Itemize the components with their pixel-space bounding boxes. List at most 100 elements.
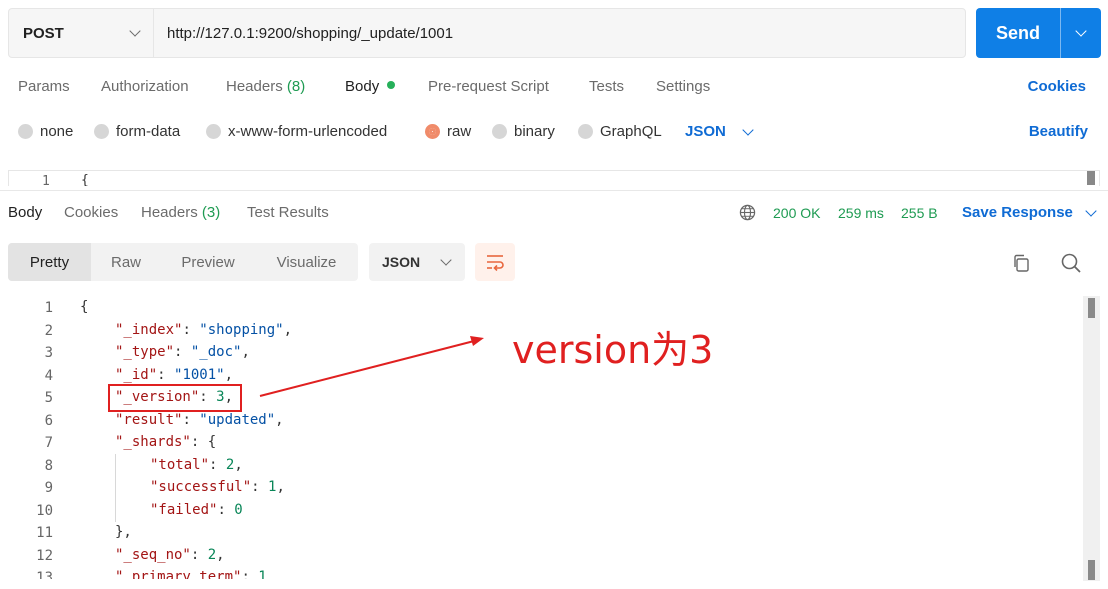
line-number: 7 xyxy=(44,435,53,451)
code-token: { xyxy=(80,299,89,315)
send-button-group: Send xyxy=(976,8,1101,58)
request-body-editor[interactable]: 1 { xyxy=(8,170,1100,186)
beautify-button[interactable]: Beautify xyxy=(1029,123,1088,140)
line-number: 12 xyxy=(36,547,53,564)
code-token: : xyxy=(190,546,208,563)
radio-raw-label: raw xyxy=(447,123,472,140)
code-line: 9 "successful": 1, xyxy=(0,476,1080,498)
scrollbar-thumb-top[interactable] xyxy=(1088,298,1095,318)
save-response-label: Save Response xyxy=(962,204,1073,221)
code-token: "_index" xyxy=(115,321,183,338)
chevron-down-icon xyxy=(1085,204,1097,217)
chevron-down-icon xyxy=(129,25,141,37)
annotation-highlight-box xyxy=(108,384,242,412)
code-token: "total" xyxy=(150,456,210,473)
tab-headers[interactable]: Headers (8) xyxy=(226,78,305,95)
response-scrollbar[interactable] xyxy=(1083,296,1100,581)
code-token: "failed" xyxy=(150,501,218,518)
code-token: : xyxy=(157,366,175,383)
line-number: 5 xyxy=(44,390,53,406)
url-input[interactable]: http://127.0.1:9200/shopping/_update/100… xyxy=(154,9,965,57)
body-format-select[interactable]: JSON xyxy=(685,123,754,140)
response-tab-body[interactable]: Body xyxy=(8,204,42,221)
radio-none-label: none xyxy=(40,123,74,140)
response-time[interactable]: 259 ms xyxy=(838,205,884,221)
search-icon[interactable] xyxy=(1060,252,1082,274)
request-tabs: Params Authorization Headers (8) Body Pr… xyxy=(0,74,1108,102)
headers-count: (8) xyxy=(286,78,306,95)
status-code[interactable]: 200 OK xyxy=(773,205,820,221)
response-tab-headers[interactable]: Headers (3) xyxy=(141,204,220,221)
code-token: 0 xyxy=(234,501,243,518)
line-number: 8 xyxy=(44,457,53,474)
code-line: 1{ xyxy=(0,296,1080,318)
tab-headers-label: Headers xyxy=(226,78,283,95)
code-token: "_id" xyxy=(115,366,158,383)
body-format-label: JSON xyxy=(685,123,726,140)
response-tab-cookies[interactable]: Cookies xyxy=(64,204,118,221)
code-line: 11}, xyxy=(0,521,1080,543)
code-text: "_id": "1001", xyxy=(115,367,233,383)
save-response-button[interactable]: Save Response xyxy=(962,204,1097,221)
code-token: "successful" xyxy=(150,479,252,495)
radio-none[interactable]: none xyxy=(18,123,73,140)
radio-graphql[interactable]: GraphQL xyxy=(578,123,662,140)
code-text: "successful": 1, xyxy=(150,479,285,495)
radio-form-data-label: form-data xyxy=(116,123,181,140)
pane-divider[interactable] xyxy=(0,190,1108,191)
response-tabs: Body Cookies Headers (3) Test Results 20… xyxy=(0,200,1108,226)
code-token: 1 xyxy=(258,569,267,579)
send-button[interactable]: Send xyxy=(976,8,1060,58)
radio-urlencoded[interactable]: x-www-form-urlencoded xyxy=(206,123,387,140)
tab-body[interactable]: Body xyxy=(345,78,396,95)
wrap-lines-button[interactable] xyxy=(475,243,515,281)
radio-raw[interactable]: raw xyxy=(425,123,471,140)
editor-text: { xyxy=(81,173,89,186)
globe-icon[interactable] xyxy=(739,204,756,221)
cookies-link[interactable]: Cookies xyxy=(1028,78,1086,95)
line-number: 9 xyxy=(44,480,53,496)
code-token: "_doc" xyxy=(190,344,242,360)
code-token: , xyxy=(224,366,234,383)
scrollbar-thumb-bottom[interactable] xyxy=(1088,560,1095,580)
code-text: "_seq_no": 2, xyxy=(115,547,225,563)
view-mode-group: Pretty Raw Preview Visualize xyxy=(8,243,358,281)
radio-binary-label: binary xyxy=(514,123,555,140)
tab-pre-request-script[interactable]: Pre-request Script xyxy=(428,78,549,95)
tab-tests[interactable]: Tests xyxy=(589,78,624,95)
code-token: "shopping" xyxy=(199,321,284,338)
code-token: : { xyxy=(190,434,217,450)
response-format-select[interactable]: JSON xyxy=(369,243,465,281)
request-bar: POST http://127.0.1:9200/shopping/_updat… xyxy=(8,8,966,58)
response-tab-test-results[interactable]: Test Results xyxy=(247,204,329,221)
code-token: : xyxy=(182,321,200,338)
view-pretty-button[interactable]: Pretty xyxy=(8,243,91,281)
code-token: "result" xyxy=(115,411,183,428)
method-label: POST xyxy=(23,24,64,42)
radio-binary[interactable]: binary xyxy=(492,123,555,140)
line-number: 13 xyxy=(36,570,53,579)
tab-params[interactable]: Params xyxy=(18,78,70,95)
code-token: , xyxy=(234,456,243,473)
code-line: 7 "_shards": { xyxy=(0,431,1080,453)
method-select[interactable]: POST xyxy=(9,9,154,57)
code-token: , xyxy=(276,479,285,495)
code-token: "_shards" xyxy=(115,434,191,450)
copy-icon[interactable] xyxy=(1011,253,1031,273)
code-line: 12 "_seq_no": 2, xyxy=(0,544,1080,566)
code-token: , xyxy=(241,344,250,360)
view-preview-button[interactable]: Preview xyxy=(161,243,255,281)
code-token: , xyxy=(283,321,293,338)
send-options-button[interactable] xyxy=(1060,8,1101,58)
radio-form-data[interactable]: form-data xyxy=(94,123,180,140)
tab-authorization[interactable]: Authorization xyxy=(101,78,189,95)
code-text: }, xyxy=(115,524,132,540)
view-raw-button[interactable]: Raw xyxy=(91,243,161,281)
view-visualize-button[interactable]: Visualize xyxy=(255,243,358,281)
response-size[interactable]: 255 B xyxy=(901,205,938,221)
tab-settings[interactable]: Settings xyxy=(656,78,710,95)
code-text: "_type": "_doc", xyxy=(115,344,250,360)
editor-scrollbar[interactable] xyxy=(1087,171,1095,185)
radio-circle-icon xyxy=(492,124,507,139)
annotation-label: version为3 xyxy=(512,328,714,372)
